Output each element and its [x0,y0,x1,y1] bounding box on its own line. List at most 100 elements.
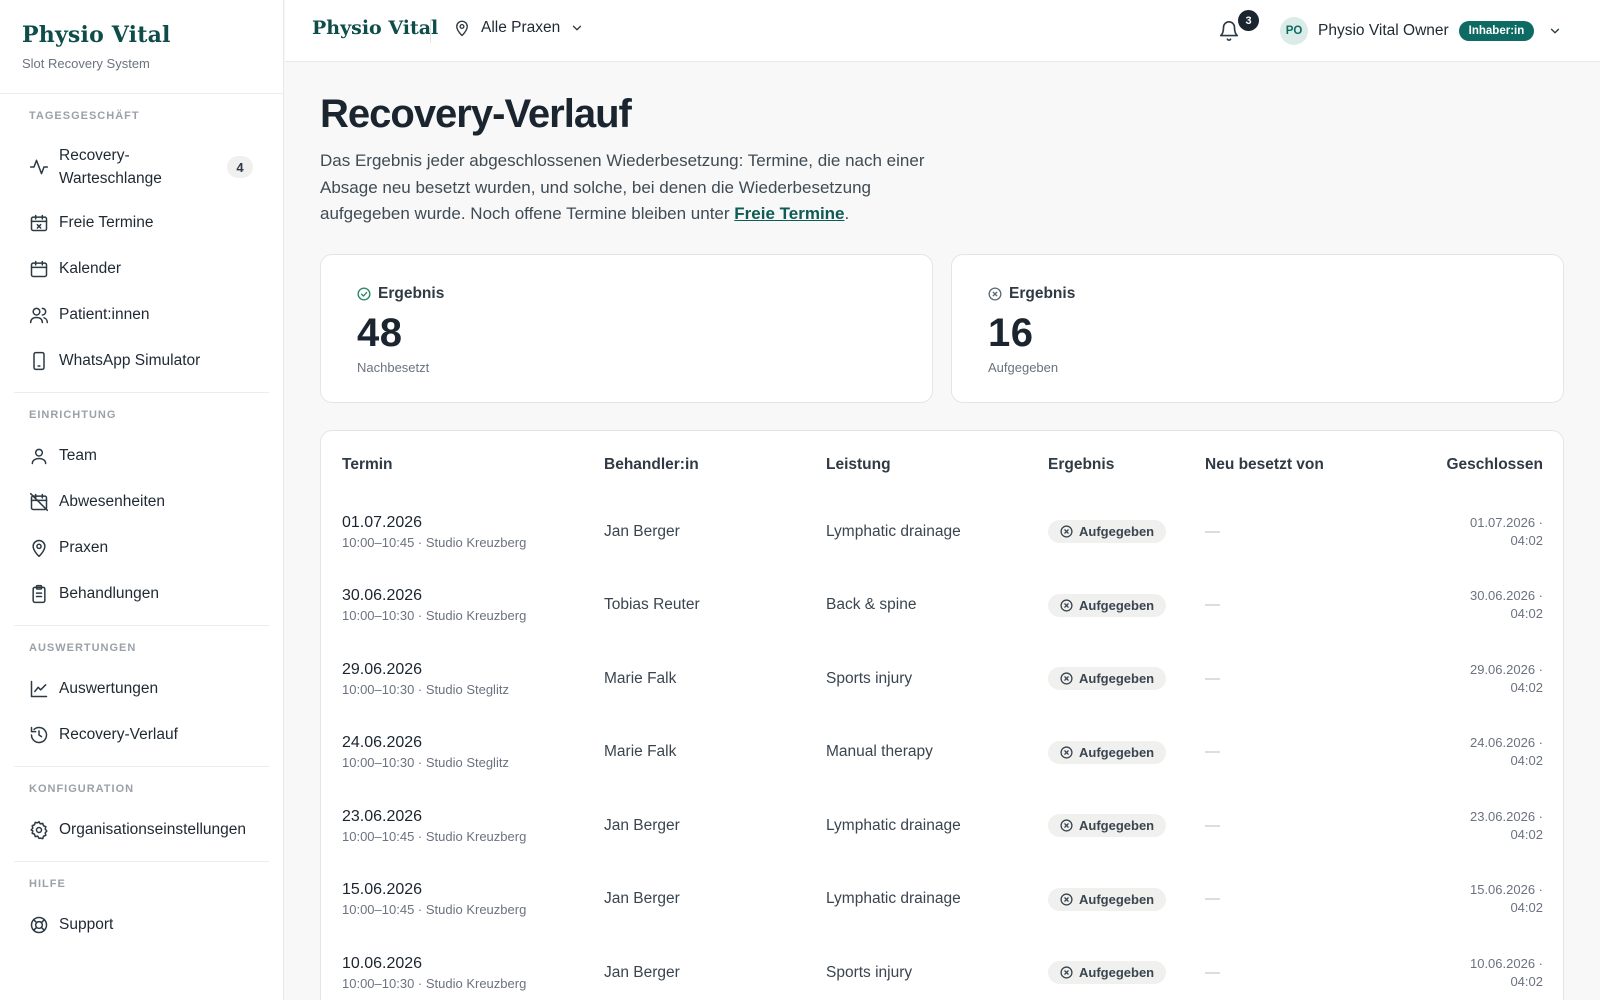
cell-result: Aufgegeben [1048,863,1205,937]
table-row[interactable]: 24.06.2026 10:00–10:30 · Studio Steglitz… [321,716,1563,790]
empty-value: — [1205,522,1220,540]
cell-termin: 24.06.2026 10:00–10:30 · Studio Steglitz [321,716,604,790]
sidebar-item-label: Team [59,447,97,464]
cell-termin: 23.06.2026 10:00–10:45 · Studio Kreuzber… [321,789,604,863]
calendar-off-icon [29,492,49,512]
column-header-neu-besetzt[interactable]: Neu besetzt von [1205,431,1365,495]
sidebar-item-recovery-verlauf[interactable]: Recovery-Verlauf [14,712,269,758]
sidebar-item-auswertungen[interactable]: Auswertungen [14,666,269,712]
table-row[interactable]: 29.06.2026 10:00–10:30 · Studio Steglitz… [321,642,1563,716]
avatar: PO [1280,17,1308,45]
nav-section-einrichtung: EINRICHTUNG Team Abwesenheiten Praxen Be… [14,393,269,626]
cell-therapist: Jan Berger [604,963,680,981]
sidebar-item-behandlungen[interactable]: Behandlungen [14,571,269,617]
table-row[interactable]: 15.06.2026 10:00–10:45 · Studio Kreuzber… [321,863,1563,937]
nav-section-tagesgeschaeft: TAGESGESCHÄFT Recovery-Warteschlange 4 F… [14,94,269,393]
sidebar-item-label: Kalender [59,260,122,277]
status-badge: Aufgegeben [1048,961,1167,985]
column-header-termin[interactable]: Termin [321,431,604,495]
section-heading: EINRICHTUNG [29,409,117,421]
brand-subtitle: Slot Recovery System [22,56,150,71]
appointment-date: 30.06.2026 [342,587,423,605]
sidebar-item-recovery-queue[interactable]: Recovery-Warteschlange 4 [14,134,269,200]
cell-result: Aufgegeben [1048,495,1205,569]
calendar-x-icon [29,213,49,233]
sidebar-item-support[interactable]: Support [14,902,269,948]
freie-termine-link[interactable]: Freie Termine [734,204,844,223]
status-badge-label: Aufgegeben [1079,524,1155,540]
stat-card-aufgegeben: Ergebnis 16 Aufgegeben [951,254,1564,403]
cell-service: Lymphatic drainage [826,816,961,834]
sidebar-item-kalender[interactable]: Kalender [14,246,269,292]
stat-card-header: Ergebnis [357,285,932,303]
cell-termin: 15.06.2026 10:00–10:45 · Studio Kreuzber… [321,863,604,937]
stat-card-nachbesetzt: Ergebnis 48 Nachbesetzt [320,254,933,403]
x-circle-icon [1060,599,1073,612]
sidebar-item-label: Organisationseinstellungen [59,821,246,838]
empty-value: — [1205,963,1220,981]
empty-value: — [1205,890,1220,908]
sidebar-item-label: Auswertungen [59,680,159,697]
life-buoy-icon [29,915,49,935]
appointment-date: 23.06.2026 [342,807,423,825]
location-select[interactable]: Alle Praxen [453,19,584,37]
brand-logo-text[interactable]: Physio Vital [22,22,283,48]
sidebar-item-praxen[interactable]: Praxen [14,525,269,571]
closed-time: 04:02 [1510,753,1543,769]
stat-card-label: Ergebnis [378,285,445,302]
column-header-geschlossen[interactable]: Geschlossen [1365,431,1563,495]
cell-termin: 01.07.2026 10:00–10:45 · Studio Kreuzber… [321,495,604,569]
notification-count-badge: 3 [1238,10,1259,31]
closed-date: 29.06.2026 · [1469,661,1543,677]
cell-service: Sports injury [826,963,913,981]
status-badge-label: Aufgegeben [1079,744,1155,760]
sidebar-item-org-settings[interactable]: Organisationseinstellungen [14,807,269,853]
column-header-leistung[interactable]: Leistung [826,431,1048,495]
sidebar-item-label: Behandlungen [59,585,159,602]
sidebar-item-freie-termine[interactable]: Freie Termine [14,200,269,246]
appointment-time-location: 10:00–10:30 · Studio Kreuzberg [342,975,527,991]
users-icon [29,305,49,325]
stat-card-header: Ergebnis [988,285,1563,303]
recovery-table: Termin Behandler:in Leistung Ergebnis Ne… [320,430,1564,1000]
table-row[interactable]: 10.06.2026 10:00–10:30 · Studio Kreuzber… [321,936,1563,1000]
x-circle-icon [1060,966,1073,979]
sidebar-item-team[interactable]: Team [14,433,269,479]
page-description: Das Ergebnis jeder abgeschlossenen Wiede… [320,148,960,228]
cell-therapist: Marie Falk [604,669,677,687]
status-badge: Aufgegeben [1048,740,1167,764]
topbar-divider [430,19,431,43]
section-heading: HILFE [29,878,66,890]
sidebar-item-abwesenheiten[interactable]: Abwesenheiten [14,479,269,525]
closed-date: 01.07.2026 · [1469,514,1543,530]
cell-service: Sports injury [826,669,913,687]
user-menu[interactable]: PO Physio Vital Owner Inhaber:in [1280,17,1562,45]
cell-result: Aufgegeben [1048,789,1205,863]
empty-value: — [1205,816,1220,834]
column-header-ergebnis[interactable]: Ergebnis [1048,431,1205,495]
sidebar-item-patienten[interactable]: Patient:innen [14,292,269,338]
topbar-brand[interactable]: Physio Vital [312,17,438,39]
chevron-down-icon [570,21,584,35]
cell-closed: 23.06.2026 · 04:02 [1365,789,1563,863]
role-badge: Inhaber:in [1458,21,1535,41]
table-header-row: Termin Behandler:in Leistung Ergebnis Ne… [321,431,1563,495]
empty-value: — [1205,669,1220,687]
status-badge: Aufgegeben [1048,667,1167,691]
smartphone-icon [29,351,49,371]
status-badge: Aufgegeben [1048,593,1167,617]
table-row[interactable]: 30.06.2026 10:00–10:30 · Studio Kreuzber… [321,569,1563,643]
column-header-behandler[interactable]: Behandler:in [604,431,826,495]
map-pin-icon [29,538,49,558]
page-description-end: . [844,204,850,223]
sidebar-item-label: Abwesenheiten [59,493,165,510]
sidebar-item-whatsapp[interactable]: WhatsApp Simulator [14,338,269,384]
status-badge-label: Aufgegeben [1079,671,1155,687]
cell-termin: 29.06.2026 10:00–10:30 · Studio Steglitz [321,642,604,716]
table-row[interactable]: 01.07.2026 10:00–10:45 · Studio Kreuzber… [321,495,1563,569]
table-row[interactable]: 23.06.2026 10:00–10:45 · Studio Kreuzber… [321,789,1563,863]
stat-card-label: Ergebnis [1009,285,1076,302]
cell-therapist: Jan Berger [604,890,680,908]
section-heading: TAGESGESCHÄFT [29,110,140,122]
sidebar-item-label: Support [59,916,114,933]
